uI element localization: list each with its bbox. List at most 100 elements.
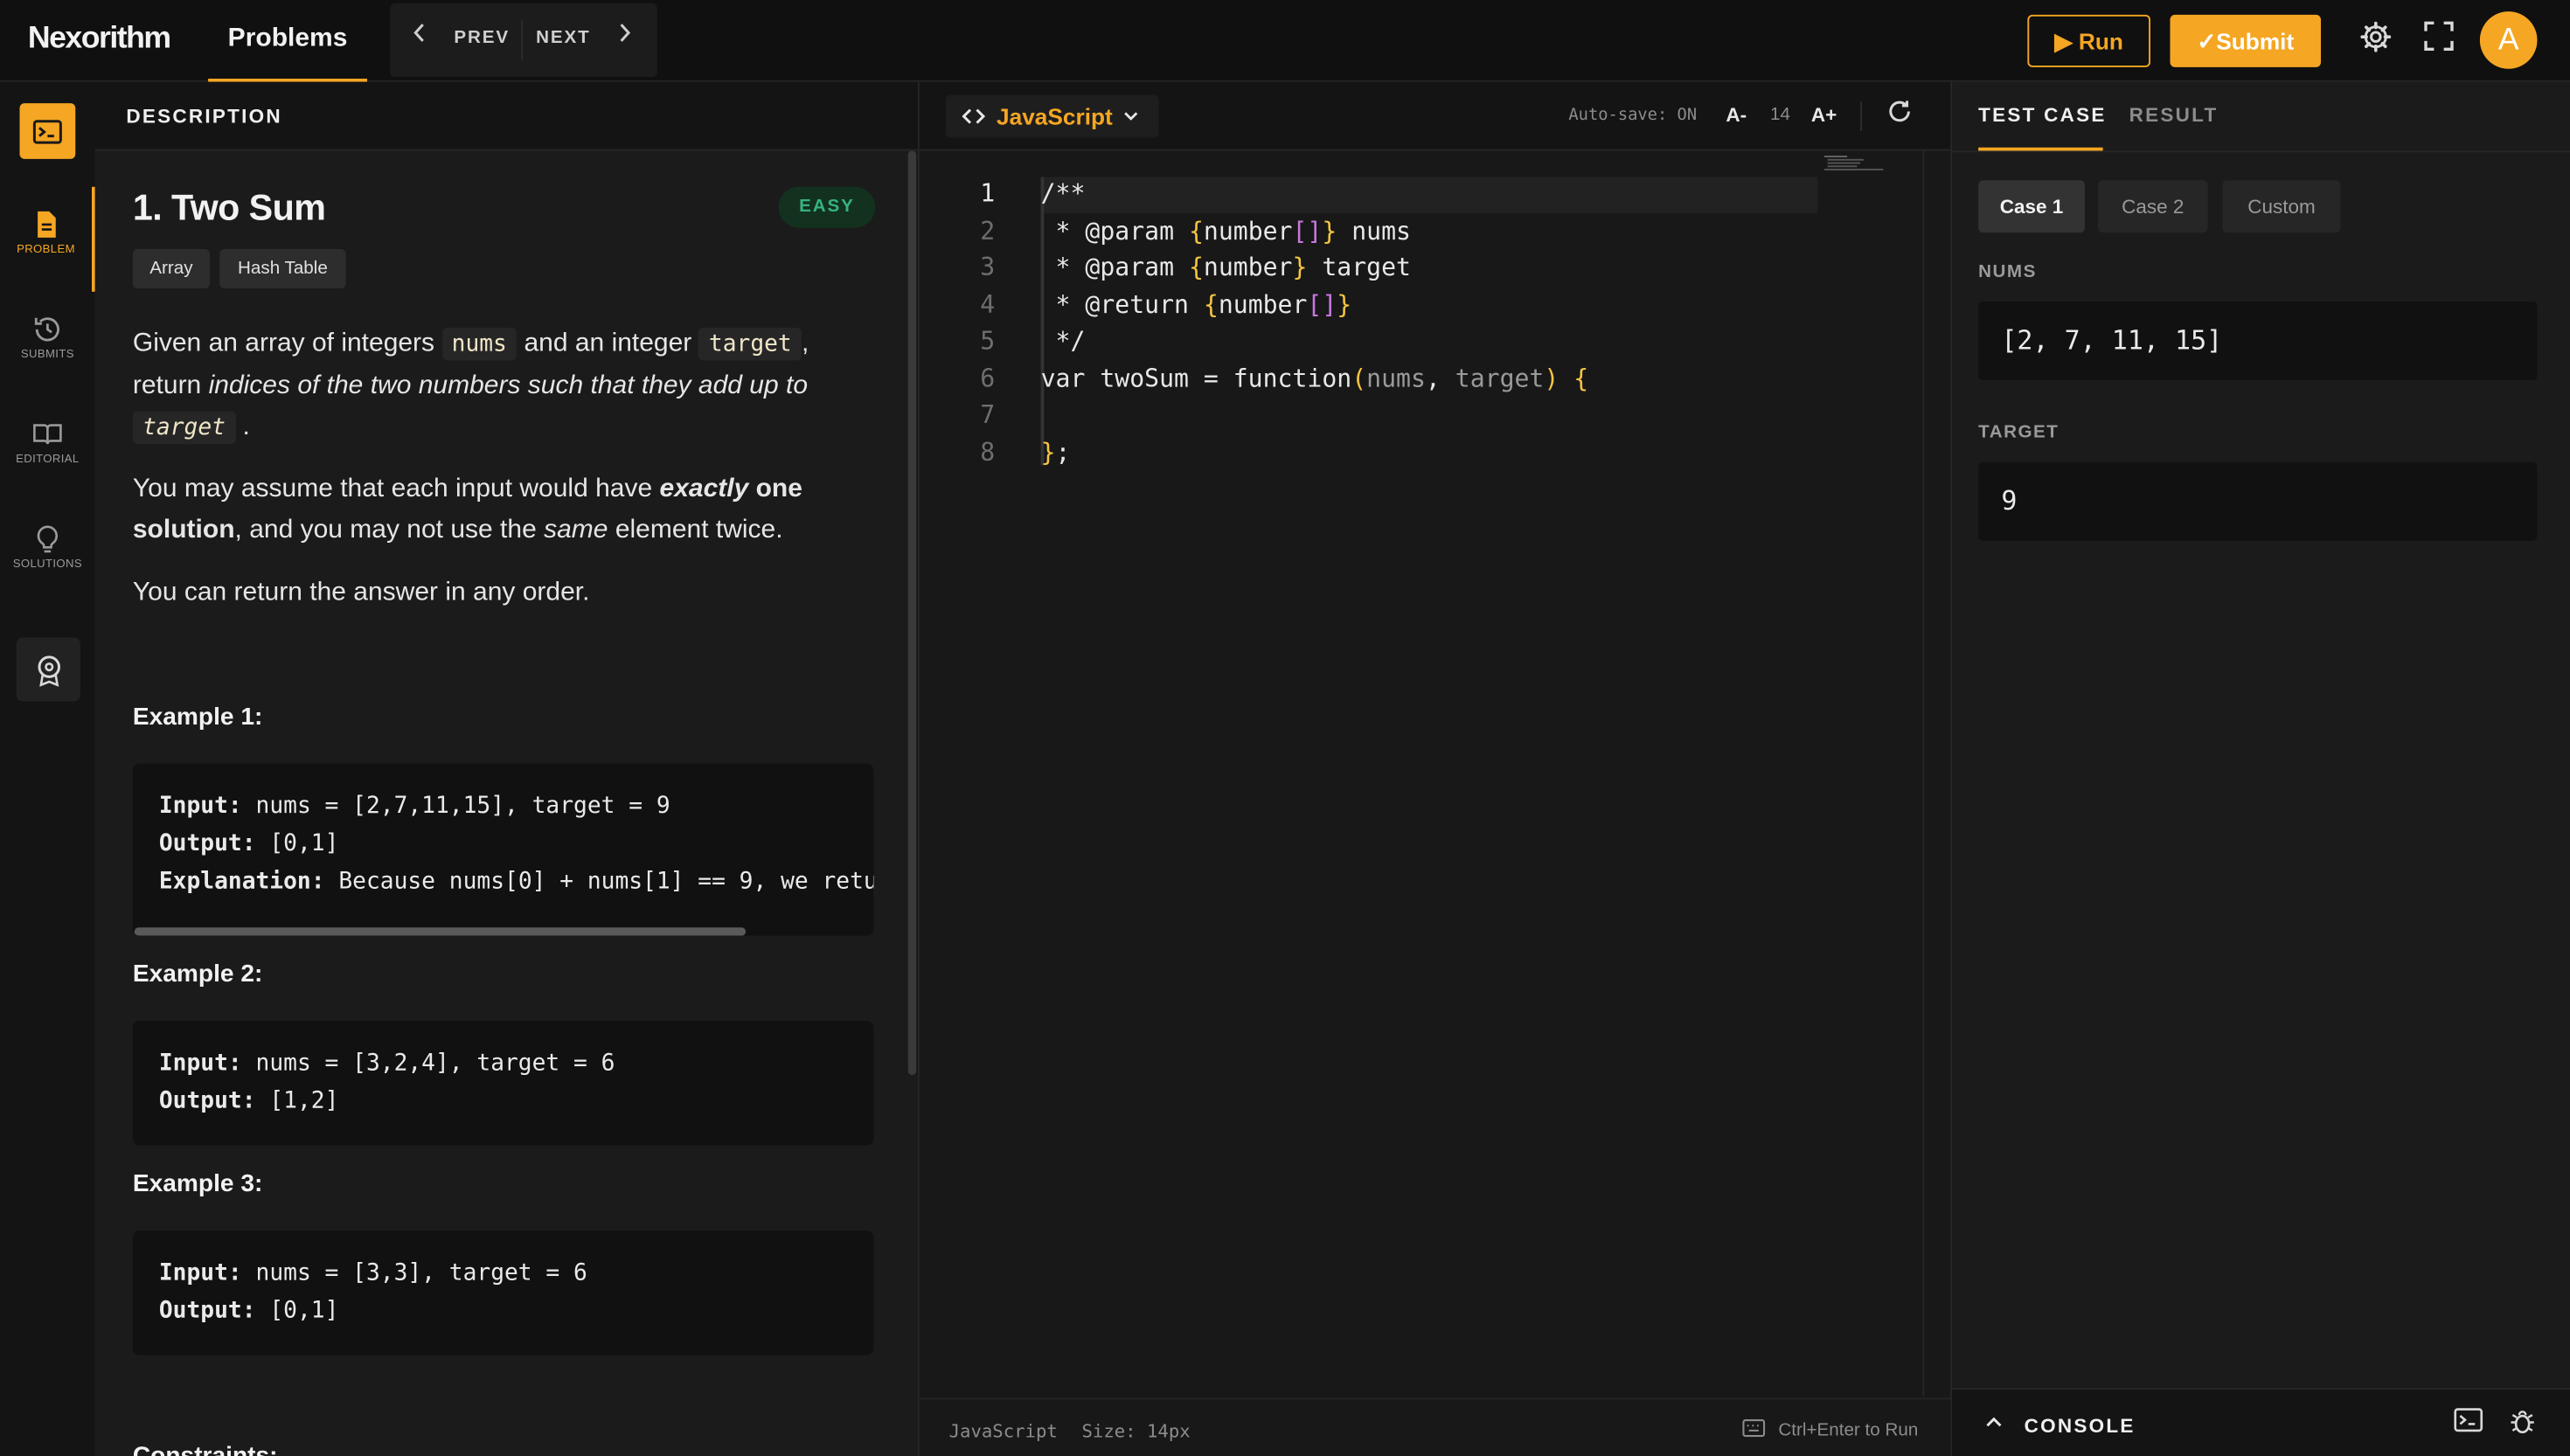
statement-text: , [801,329,809,357]
line-number: 3 [980,252,996,282]
case-1-button[interactable]: Case 1 [1978,180,2085,233]
rail-item-submits[interactable]: SUBMITS [0,292,95,397]
editor-footer: JavaScript Size: 14px Ctrl+Enter to Run [919,1397,1953,1456]
inline-code: nums [441,328,517,361]
nums-label: NUMS [1978,262,2037,282]
target-input[interactable]: 9 [1978,461,2538,541]
book-icon [33,424,62,445]
document-icon [38,211,56,238]
code-line[interactable]: }; [1041,438,1071,468]
statement-text: and an integer [524,329,692,357]
autosave-status: Auto-save: ON [1568,106,1698,125]
example-output: Output: [1,2] [158,1088,339,1114]
code-line[interactable]: */ [1041,326,1086,356]
run-button[interactable]: ▶ Run [2027,14,2150,67]
avatar[interactable]: A [2479,11,2538,69]
problem-statement: Given an array of integers nums and an i… [132,322,837,448]
code-line[interactable]: * @return {number[]} [1041,290,1352,320]
console-label: CONSOLE [2024,1414,2136,1438]
line-number: 2 [980,216,996,246]
font-size-value: 14 [1770,105,1790,125]
play-icon: ▶ [2054,27,2073,54]
code-line[interactable]: var twoSum = function(nums, target) { [1041,364,1589,393]
terminal-icon[interactable] [2454,1408,2483,1441]
case-2-button[interactable]: Case 2 [2098,180,2208,233]
example-input: Input: nums = [3,3], target = 6 [158,1259,587,1286]
statement-text: Given an array of integers [132,329,435,357]
tab-test-case[interactable]: TEST CASE [1978,103,2107,126]
statement-text: , and you may not use the [234,516,537,544]
description-header: DESCRIPTION [94,81,918,151]
assumption-paragraph: You may assume that each input would hav… [133,468,837,551]
nav-divider [521,19,524,61]
language-select[interactable]: JavaScript [945,94,1159,138]
problem-navigation: PREV NEXT [390,3,657,78]
editor-scroll-track[interactable] [1922,150,1925,1397]
tab-result[interactable]: RESULT [2129,103,2219,126]
keyboard-icon [1742,1419,1766,1442]
code-line[interactable]: * @param {number} target [1041,253,1411,282]
statement-emphasis: same [544,516,608,544]
gear-icon[interactable] [2358,20,2393,63]
chevron-left-icon[interactable] [413,23,427,47]
font-increase-button[interactable]: A+ [1811,103,1837,126]
top-bar: Nexorithm Problems PREV NEXT ▶ Run ✓Subm… [0,0,2570,82]
terminal-icon[interactable] [19,103,76,159]
submit-label: Submit [2216,27,2295,54]
rail-label: PROBLEM [17,244,75,256]
statement-text: You may assume that each input would hav… [132,475,653,503]
tag-array[interactable]: Array [132,249,210,288]
statement-text: element twice. [615,516,783,544]
header-divider [1860,101,1862,131]
description-panel: DESCRIPTION 1. Two Sum EASY Array Hash T… [94,81,918,1456]
footer-hint: Ctrl+Enter to Run [1778,1420,1919,1441]
minimap[interactable] [1823,154,1890,174]
example-title: Example 3: [132,1169,263,1198]
rail-item-solutions[interactable]: SOLUTIONS [0,502,95,607]
order-paragraph: You can return the answer in any order. [132,578,590,607]
example-input: Input: nums = [3,2,4], target = 6 [158,1050,615,1077]
example-box: Input: nums = [3,2,4], target = 6 Output… [132,1021,874,1146]
chevron-right-icon[interactable] [618,23,631,47]
rail-item-editorial[interactable]: EDITORIAL [0,397,95,502]
bug-icon[interactable] [2510,1408,2536,1444]
line-number: 4 [980,289,996,320]
inline-code: target [698,328,802,361]
badge-icon[interactable] [16,637,80,702]
test-panel: TEST CASE RESULT Case 1 Case 2 Custom NU… [1950,81,2570,1456]
tag-hash-table[interactable]: Hash Table [219,249,346,288]
rail-label: SUBMITS [20,349,74,361]
code-line[interactable]: * @param {number[]} nums [1041,217,1411,246]
rail-item-problem[interactable]: PROBLEM [0,186,95,292]
chevron-up-icon[interactable] [1985,1411,2004,1442]
example-explanation: Explanation: Because nums[0] + nums[1] =… [158,868,874,895]
nums-input[interactable]: [2, 7, 11, 15] [1978,302,2538,380]
next-button[interactable]: NEXT [536,28,591,48]
tab-problems[interactable]: Problems [208,0,367,82]
description-scrollbar[interactable] [907,150,917,1075]
example-title: Example 1: [132,703,263,731]
font-decrease-button[interactable]: A- [1726,103,1747,126]
current-line-highlight [1040,177,1818,213]
example-output: Output: [0,1] [158,1298,339,1324]
statement-text: . [242,413,250,441]
constraints-title: Constraints: [132,1442,278,1456]
code-line[interactable]: /** [1041,178,1086,208]
check-icon: ✓ [2197,27,2217,54]
statement-emphasis: indices of the two numbers such that the… [208,371,809,400]
rail-label: SOLUTIONS [12,558,82,571]
custom-case-button[interactable]: Custom [2222,180,2341,233]
fullscreen-icon[interactable] [2422,20,2455,61]
rail-label: EDITORIAL [16,454,80,466]
prev-button[interactable]: PREV [454,28,510,48]
reset-icon[interactable] [1886,99,1913,133]
example-box: Input: nums = [2,7,11,15], target = 9 Ou… [132,763,874,936]
footer-size: Size: 14px [1081,1420,1191,1442]
submit-button[interactable]: ✓Submit [2170,14,2321,67]
left-rail: PROBLEM SUBMITS EDITORIAL SOLUTIONS [0,81,95,1456]
example-input: Input: nums = [2,7,11,15], target = 9 [158,793,670,820]
horizontal-scrollbar[interactable] [134,927,747,936]
history-icon [34,317,59,342]
line-number: 6 [980,364,996,393]
console-bar[interactable]: CONSOLE [1952,1388,2570,1456]
